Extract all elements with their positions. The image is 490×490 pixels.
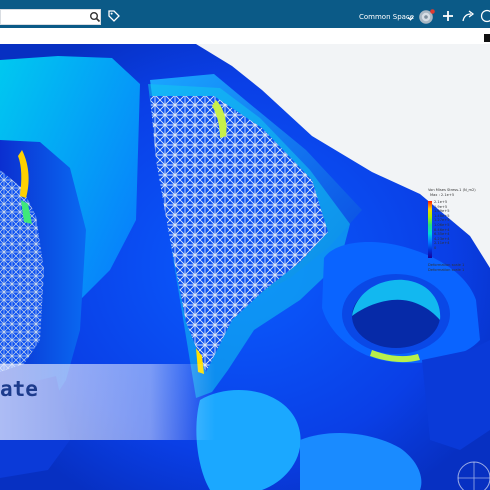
legend-max: Max : 2.1e+5 — [430, 192, 455, 197]
plus-icon[interactable] — [442, 10, 454, 22]
stress-legend: Von Mises Stress.1 (N_m2) Max : 2.1e+5 2… — [428, 188, 490, 272]
share-icon[interactable] — [462, 10, 475, 22]
caption-text: ate — [0, 377, 38, 401]
legend-color-scale — [428, 201, 432, 258]
help-icon[interactable] — [480, 9, 490, 23]
compass-watermark-icon — [457, 461, 490, 490]
panel-edge — [484, 34, 490, 42]
tag-icon[interactable] — [107, 9, 121, 23]
legend-footer: Deformation scale 1 Deformation scale 1 — [428, 263, 464, 272]
legend-footer-line: Deformation scale 1 — [428, 267, 465, 272]
common-space-label[interactable]: Common Space — [359, 13, 414, 21]
legend-value: 2.1e+5 — [434, 200, 448, 204]
compass-icon[interactable] — [417, 8, 437, 26]
legend-value: 0 — [434, 245, 437, 250]
legend-values: 2.1e+5 1.9e+5 1.69e+5 1.48e+5 1.27e+5 1.… — [434, 200, 450, 251]
toolbar-strip — [0, 28, 490, 45]
chevron-down-icon[interactable] — [407, 15, 414, 22]
legend-value: 1.06e+5 — [434, 222, 450, 227]
legend-value: 2.11e+4 — [434, 241, 450, 246]
search-input[interactable] — [0, 9, 101, 25]
search-icon[interactable] — [89, 11, 101, 23]
legend-footer-line: Deformation scale 1 — [428, 263, 465, 267]
